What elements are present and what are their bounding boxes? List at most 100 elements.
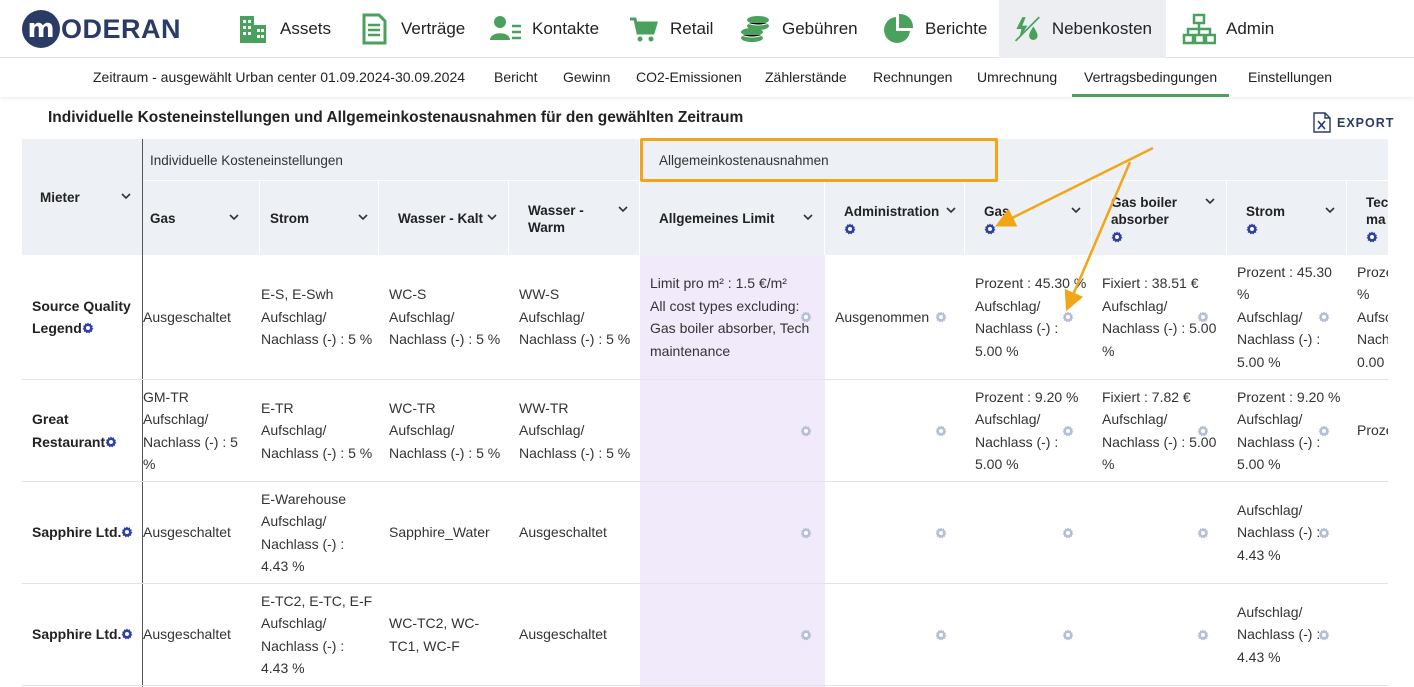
edit-settings-gear-icon[interactable] [800, 527, 812, 539]
edit-settings-gear-icon[interactable] [1062, 527, 1074, 539]
chevron-down-icon[interactable] [358, 214, 368, 221]
tenant-name-text: Sapphire Ltd. [32, 524, 122, 541]
cell-wasser-kalt: WC-TC2, WC- TC1, WC-F [389, 612, 504, 657]
chevron-down-icon[interactable] [1205, 198, 1215, 205]
header-divider [1346, 181, 1347, 255]
tenant-name[interactable]: Sapphire Ltd. [32, 623, 133, 646]
tenant-name[interactable]: Sapphire Ltd. [32, 521, 133, 544]
tab-bericht[interactable]: Bericht [494, 58, 538, 97]
header-divider [378, 181, 379, 255]
edit-settings-gear-icon[interactable] [935, 425, 947, 437]
tab-zaehlerstaende[interactable]: Zählerstände [765, 58, 847, 97]
settings-gear-icon[interactable] [1246, 223, 1258, 235]
edit-settings-gear-icon[interactable] [1318, 425, 1330, 437]
tab-vertragsbedingungen[interactable]: Vertragsbedingungen [1072, 58, 1230, 97]
cell-tech-maintenance: Proze% Aufsc Nach 0.00 [1357, 261, 1388, 374]
nav-item-retail[interactable]: Retail [612, 0, 727, 58]
edit-settings-gear-icon[interactable] [800, 425, 812, 437]
column-header-exception-gas[interactable]: Gas [984, 203, 1010, 220]
chevron-down-icon[interactable] [946, 207, 956, 214]
settings-gear-icon[interactable] [844, 223, 856, 235]
settings-gear-icon[interactable] [1111, 231, 1123, 243]
tenant-name-line: Restaurant [32, 431, 117, 454]
column-header-strom[interactable]: Strom [270, 210, 309, 227]
cell-gas: Ausgeschaltet [143, 623, 253, 646]
nav-item-nebenkosten[interactable]: Nebenkosten [999, 0, 1166, 58]
column-header-wasser-kalt[interactable]: Wasser - Kalt [398, 210, 483, 227]
tenant-settings-gear-icon[interactable] [82, 322, 94, 334]
export-button[interactable]: EXPORT [1313, 112, 1394, 133]
column-header-allgemeines-limit[interactable]: Allgemeines Limit [659, 210, 775, 227]
chevron-down-icon[interactable] [487, 214, 497, 221]
chevron-down-icon[interactable] [229, 214, 239, 221]
tab-gewinn[interactable]: Gewinn [563, 58, 610, 97]
column-header-gas-boiler-absorber[interactable]: Gas boiler absorber [1111, 194, 1177, 228]
cell-line: Prozent : 45.30 % [975, 275, 1087, 291]
edit-settings-gear-icon[interactable] [1197, 311, 1209, 323]
cell-line: Nachlass (-) : 5 [143, 433, 238, 450]
chevron-down-icon[interactable] [1071, 207, 1081, 214]
excel-file-icon [1313, 112, 1331, 133]
edit-settings-gear-icon[interactable] [935, 527, 947, 539]
contacts-icon [490, 16, 521, 40]
edit-settings-gear-icon[interactable] [800, 311, 812, 323]
cell-line: Prozent : 9.20 % [975, 388, 1079, 405]
column-header-gas[interactable]: Gas [150, 210, 176, 227]
edit-settings-gear-icon[interactable] [1197, 527, 1209, 539]
tenant-settings-gear-icon[interactable] [121, 628, 133, 640]
cell-line: % [1102, 342, 1115, 359]
nav-item-assets[interactable]: Assets [222, 0, 345, 58]
cell-line: Ausgenommen [835, 308, 930, 325]
edit-settings-gear-icon[interactable] [1062, 425, 1074, 437]
tab-co2-emissionen[interactable]: CO2-Emissionen [636, 58, 742, 97]
column-header-mieter[interactable]: Mieter [40, 189, 80, 206]
edit-settings-gear-icon[interactable] [935, 311, 947, 323]
edit-settings-gear-icon[interactable] [1318, 629, 1330, 641]
tab-rechnungen[interactable]: Rechnungen [873, 58, 952, 97]
chevron-down-icon[interactable] [803, 214, 813, 221]
nav-item-label: Verträge [401, 19, 466, 38]
edit-settings-gear-icon[interactable] [1062, 629, 1074, 641]
tenant-settings-gear-icon[interactable] [105, 436, 117, 448]
edit-settings-gear-icon[interactable] [1197, 425, 1209, 437]
nav-item-vertraege[interactable]: Verträge [343, 0, 479, 58]
column-header-tech-maintenance[interactable]: Tec ma [1366, 194, 1388, 228]
cell-line: 5.00 % [1237, 353, 1281, 370]
edit-settings-gear-icon[interactable] [1062, 311, 1074, 323]
tab-einstellungen[interactable]: Einstellungen [1248, 58, 1332, 97]
tenant-name[interactable]: Source Quality Legend [32, 295, 131, 340]
edit-settings-gear-icon[interactable] [800, 629, 812, 641]
column-header-wasser-warm[interactable]: Wasser - Warm [528, 202, 584, 236]
column-header-administration[interactable]: Administration [844, 203, 939, 220]
tenant-name[interactable]: Great Restaurant [32, 408, 117, 453]
chevron-down-icon[interactable] [618, 206, 628, 213]
column-header-exception-strom[interactable]: Strom [1246, 203, 1285, 220]
nav-item-kontakte[interactable]: Kontakte [474, 0, 613, 58]
cell-line: Proze [1357, 422, 1388, 439]
cell-gas: GM-TR Aufschlag/Nachlass (-) : 5% [143, 386, 253, 476]
chevron-down-icon[interactable] [121, 193, 131, 200]
cell-line: Aufschlag/ [389, 422, 455, 439]
tab-umrechnung[interactable]: Umrechnung [977, 58, 1057, 97]
edit-settings-gear-icon[interactable] [935, 629, 947, 641]
settings-gear-icon[interactable] [984, 223, 996, 235]
nav-item-admin[interactable]: Admin [1168, 0, 1288, 58]
cell-line: 5.00 % [1237, 456, 1281, 472]
edit-settings-gear-icon[interactable] [1318, 527, 1330, 539]
nav-item-berichte[interactable]: Berichte [867, 0, 1001, 58]
cell-line: E-TR [261, 399, 294, 416]
nav-item-gebuehren[interactable]: Gebühren [724, 0, 872, 58]
header-divider [1226, 181, 1227, 255]
tenant-settings-gear-icon[interactable] [121, 526, 133, 538]
chevron-down-icon[interactable] [1325, 207, 1335, 214]
moderan-logo[interactable]: m ODERAN [22, 10, 181, 48]
period-selector[interactable]: Zeitraum - ausgewählt Urban center 01.09… [93, 58, 465, 97]
cell-line: Nachlass (-) : 5 % [261, 331, 373, 348]
cell-strom: E-Warehouse Aufschlag/Nachlass (-) : 4.43 … [261, 488, 376, 578]
top-navigation: m ODERAN Assets Verträge Kontakte Retail… [0, 0, 1414, 58]
settings-gear-icon[interactable] [1366, 231, 1378, 243]
cell-wasser-kalt: WC-S Aufschlag/Nachlass (-) : 5 % [389, 283, 504, 351]
cell-line: Aufschlag/ [261, 615, 327, 631]
edit-settings-gear-icon[interactable] [1318, 311, 1330, 323]
edit-settings-gear-icon[interactable] [1197, 629, 1209, 641]
